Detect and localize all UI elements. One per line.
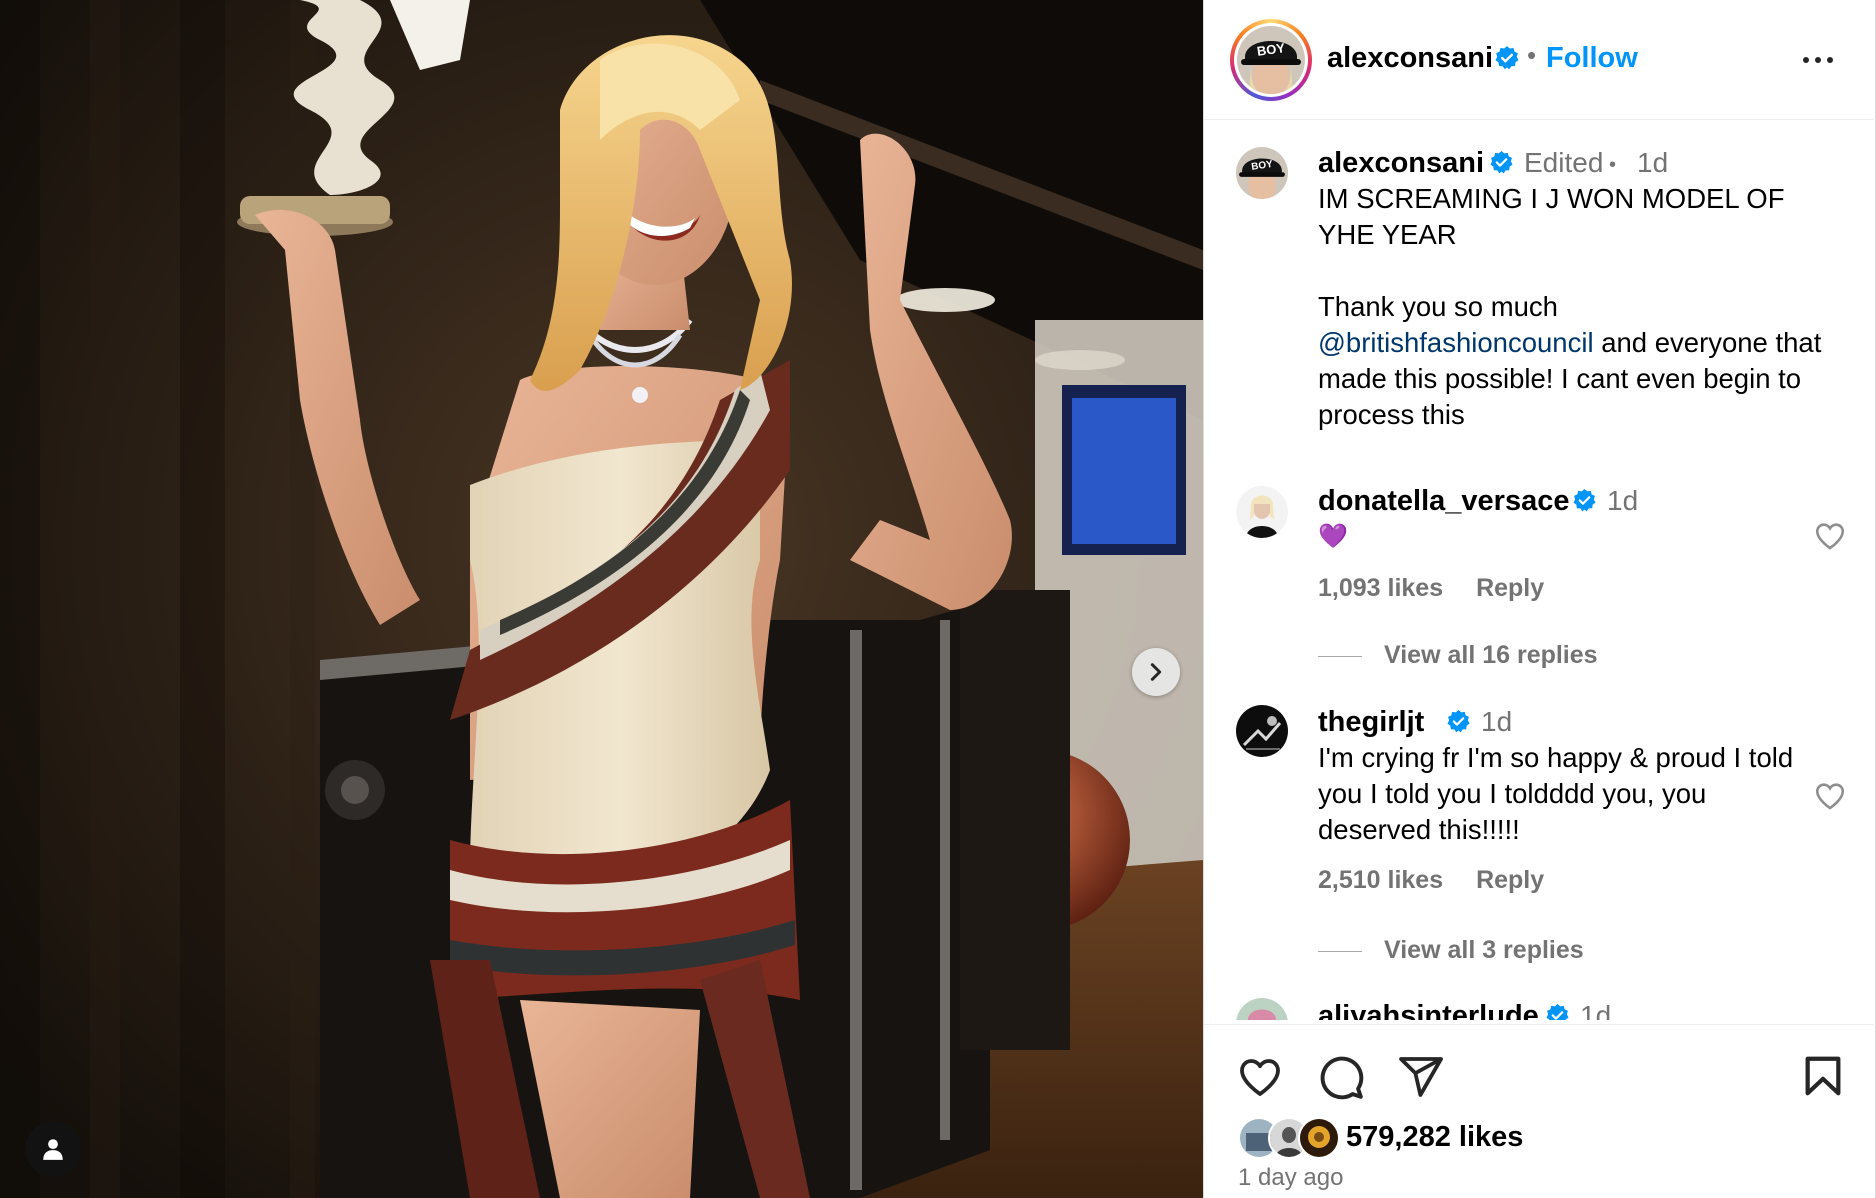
post-side-panel: BOY alexconsani • Follow BOY alexconsani… xyxy=(1203,0,1876,1198)
liked-by-avatars[interactable] xyxy=(1238,1117,1348,1159)
caption-time: 1d xyxy=(1637,147,1669,178)
view-replies-button[interactable]: View all 16 replies xyxy=(1318,641,1598,670)
caption-dot: • xyxy=(1609,154,1617,176)
post-photo xyxy=(0,0,1203,1198)
caption-line1: IM SCREAMING I J WON MODEL OF YHE YEAR xyxy=(1318,183,1785,250)
comment-username[interactable]: aliyahsinterlude xyxy=(1318,1000,1539,1020)
likes-count[interactable]: 579,282 likes xyxy=(1346,1121,1523,1154)
comment-actions: 2,510 likes Reply xyxy=(1318,866,1570,895)
save-icon[interactable] xyxy=(1800,1053,1846,1099)
verified-icon xyxy=(1490,151,1513,174)
view-replies-button[interactable]: View all 3 replies xyxy=(1318,936,1584,965)
comment-icon[interactable] xyxy=(1316,1052,1366,1102)
caption-line2: Thank you so much @britishfashioncouncil… xyxy=(1318,289,1838,433)
chevron-right-icon xyxy=(1150,663,1162,681)
post-media[interactable] xyxy=(0,0,1203,1198)
more-icon[interactable] xyxy=(1800,42,1836,78)
user-tag-icon xyxy=(43,1139,63,1160)
post-timestamp[interactable]: 1 day ago xyxy=(1238,1164,1343,1192)
comment-time: 1d xyxy=(1580,1000,1612,1020)
share-icon[interactable] xyxy=(1397,1053,1445,1101)
comment-time: 1d xyxy=(1481,706,1513,737)
author-username[interactable]: alexconsani xyxy=(1327,42,1493,75)
caption-edited: Edited xyxy=(1524,147,1604,178)
like-heart-icon[interactable] xyxy=(1236,1053,1284,1101)
post-view: BOY alexconsani • Follow BOY alexconsani… xyxy=(0,0,1876,1198)
caption-avatar[interactable]: BOY xyxy=(1236,147,1288,199)
story-ring[interactable]: BOY xyxy=(1230,19,1312,101)
heart-icon[interactable] xyxy=(1813,779,1847,813)
comment-username[interactable]: donatella_versace xyxy=(1318,485,1569,518)
liker-avatar xyxy=(1298,1117,1340,1159)
comment-actions: 1,093 likes Reply xyxy=(1318,574,1570,603)
reply-button[interactable]: Reply xyxy=(1476,574,1544,602)
divider-line xyxy=(1318,950,1362,952)
verified-icon xyxy=(1573,489,1596,512)
comment-likes[interactable]: 2,510 likes xyxy=(1318,866,1443,894)
caption-username[interactable]: alexconsani xyxy=(1318,147,1484,180)
comment-text: 💜 xyxy=(1318,523,1348,550)
mention-link[interactable]: @britishfashioncouncil xyxy=(1318,327,1594,358)
comment-username[interactable]: thegirljt xyxy=(1318,706,1424,739)
comments-list[interactable]: BOY alexconsani Edited • 1d IM SCREAMING… xyxy=(1204,121,1876,1020)
view-replies-label: View all 16 replies xyxy=(1384,641,1598,669)
comment-text: I'm crying fr I'm so happy & proud I tol… xyxy=(1318,742,1794,845)
follow-button[interactable]: Follow xyxy=(1546,42,1638,75)
author-avatar: BOY xyxy=(1237,26,1305,94)
view-replies-label: View all 3 replies xyxy=(1384,936,1584,964)
caption-line2-before: Thank you so much xyxy=(1318,291,1558,322)
verified-icon xyxy=(1546,1004,1569,1020)
commenter-avatar[interactable] xyxy=(1236,705,1288,757)
comment-likes[interactable]: 1,093 likes xyxy=(1318,574,1443,602)
reply-button[interactable]: Reply xyxy=(1476,866,1544,894)
post-header: BOY alexconsani • Follow xyxy=(1204,0,1876,120)
tagged-users-button[interactable] xyxy=(25,1121,81,1177)
heart-icon[interactable] xyxy=(1813,519,1847,553)
verified-icon xyxy=(1447,710,1470,733)
comment-time: 1d xyxy=(1607,485,1639,516)
commenter-avatar[interactable] xyxy=(1236,486,1288,538)
divider-line xyxy=(1318,655,1362,657)
commenter-avatar[interactable] xyxy=(1236,998,1288,1020)
header-separator: • xyxy=(1527,40,1537,70)
next-photo-button[interactable] xyxy=(1132,648,1180,696)
verified-icon xyxy=(1495,46,1519,70)
